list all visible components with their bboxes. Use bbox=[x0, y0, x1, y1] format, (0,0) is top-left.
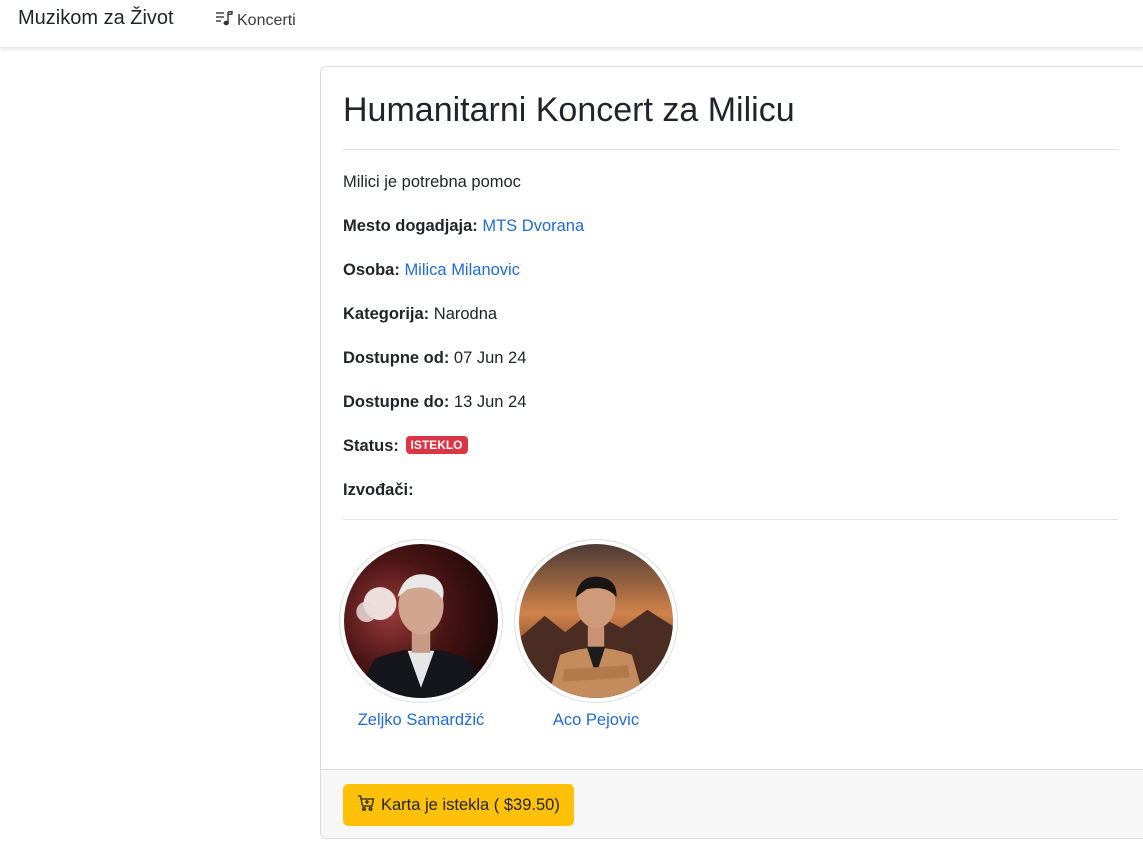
person-link[interactable]: Milica Milanovic bbox=[404, 261, 520, 279]
concert-card: Humanitarni Koncert za Milicu Milici je … bbox=[320, 66, 1143, 839]
person-row: Osoba: Milica Milanovic bbox=[343, 258, 520, 282]
available-to-row: Dostupne do: 13 Jun 24 bbox=[343, 390, 526, 414]
navbar: Muzikom za Život Koncerti bbox=[0, 0, 1143, 48]
brand-logo[interactable]: Muzikom za Život bbox=[18, 7, 174, 30]
music-note-list-icon bbox=[215, 9, 233, 32]
nav-link-concerts-label: Koncerti bbox=[237, 11, 296, 29]
card-footer: Karta je istekla ( $39.50) bbox=[321, 769, 1143, 838]
venue-row: Mesto dogadjaja: MTS Dvorana bbox=[343, 214, 584, 238]
avatar[interactable] bbox=[339, 539, 503, 703]
buy-ticket-label: Karta je istekla ( $39.50) bbox=[381, 795, 560, 814]
concert-title: Humanitarni Koncert za Milicu bbox=[343, 91, 795, 129]
nav-link-concerts[interactable]: Koncerti bbox=[215, 9, 296, 32]
venue-label: Mesto dogadjaja: bbox=[343, 217, 478, 235]
divider bbox=[343, 149, 1118, 150]
performer-card: Zeljko Samardžić bbox=[338, 539, 504, 730]
performers-heading: Izvođači: bbox=[343, 478, 414, 502]
status-label: Status: bbox=[343, 437, 399, 455]
person-label: Osoba: bbox=[343, 261, 400, 279]
available-to-label: Dostupne do: bbox=[343, 393, 450, 411]
status-badge: ISTEKLO bbox=[405, 436, 468, 454]
buy-ticket-button[interactable]: Karta je istekla ( $39.50) bbox=[343, 784, 574, 826]
cart-icon bbox=[357, 794, 375, 817]
category-row: Kategorija: Narodna bbox=[343, 302, 497, 326]
venue-link[interactable]: MTS Dvorana bbox=[482, 217, 584, 235]
available-from-value: 07 Jun 24 bbox=[453, 349, 527, 367]
performers-label: Izvođači: bbox=[343, 481, 414, 499]
avatar[interactable] bbox=[514, 539, 678, 703]
available-to-value: 13 Jun 24 bbox=[453, 393, 527, 411]
category-value: Narodna bbox=[433, 305, 498, 323]
concert-description: Milici je potrebna pomoc bbox=[343, 173, 521, 191]
category-label: Kategorija: bbox=[343, 305, 430, 323]
status-row: Status: ISTEKLO bbox=[343, 434, 468, 458]
performer-name-link[interactable]: Aco Pejovic bbox=[513, 711, 679, 730]
performer-name-link[interactable]: Zeljko Samardžić bbox=[338, 711, 504, 730]
divider bbox=[343, 519, 1118, 520]
performer-card: Aco Pejovic bbox=[513, 539, 679, 730]
available-from-row: Dostupne od: 07 Jun 24 bbox=[343, 346, 526, 370]
available-from-label: Dostupne od: bbox=[343, 349, 450, 367]
